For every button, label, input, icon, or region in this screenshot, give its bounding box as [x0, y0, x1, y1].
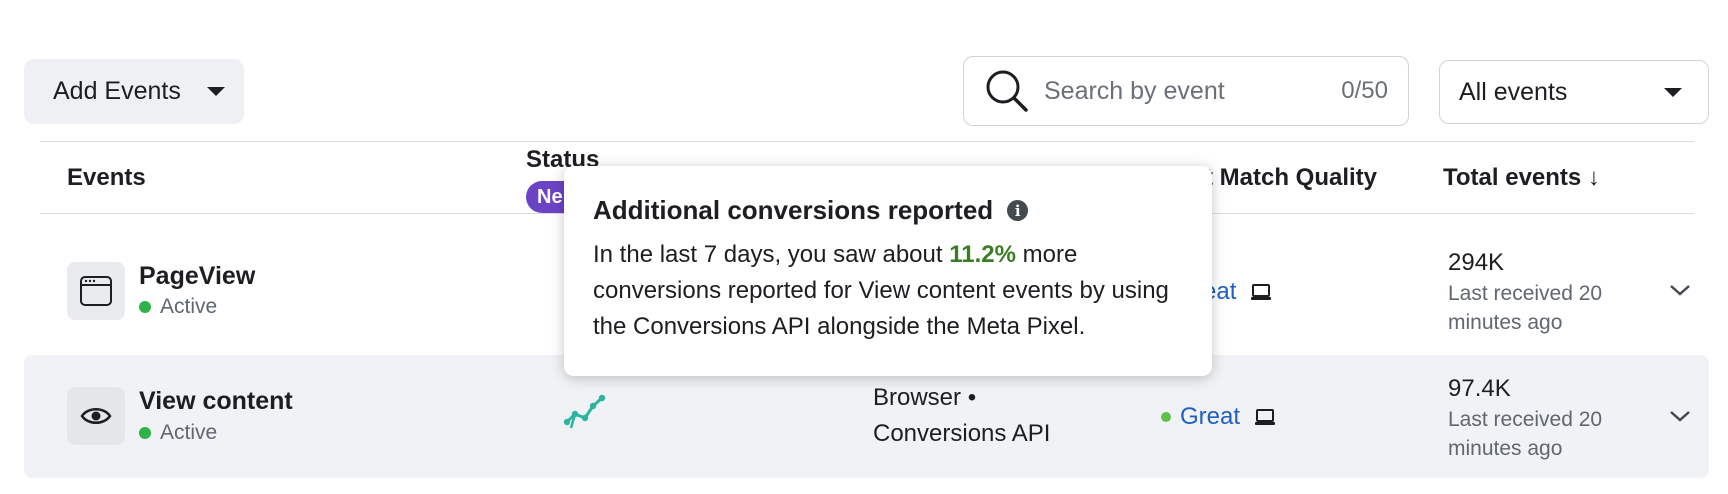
- info-icon[interactable]: i: [1007, 200, 1029, 221]
- emq-rating[interactable]: Great: [1161, 403, 1276, 431]
- tooltip-body-pre: In the last 7 days, you saw about: [593, 241, 950, 268]
- total-events-value: 294K: [1448, 249, 1505, 276]
- laptop-icon: [1255, 409, 1276, 425]
- expand-chevron-icon[interactable]: [1668, 282, 1692, 298]
- caret-down-icon: [1664, 87, 1682, 97]
- event-status: Active: [139, 295, 217, 319]
- divider: [40, 141, 1694, 142]
- event-status-label: Active: [160, 295, 218, 318]
- source-line: Conversions API: [873, 420, 1051, 447]
- search-icon: [986, 70, 1028, 112]
- source-line: Browser •: [873, 384, 977, 411]
- search-placeholder: Search by event: [1044, 76, 1225, 105]
- header-events[interactable]: Events: [67, 164, 146, 192]
- event-name[interactable]: PageView: [139, 262, 255, 291]
- add-events-button[interactable]: Add Events: [24, 59, 244, 124]
- event-status-label: Active: [160, 421, 218, 444]
- browser-window-icon: [67, 262, 125, 320]
- event-name[interactable]: View content: [139, 387, 293, 416]
- active-dot-icon: [139, 427, 151, 439]
- header-event-match-quality[interactable]: t Match Quality: [1205, 164, 1377, 192]
- last-received: Last received 20 minutes ago: [1448, 282, 1603, 334]
- active-dot-icon: [139, 301, 151, 313]
- add-events-label: Add Events: [53, 77, 181, 105]
- tooltip-title: Additional conversions reported i: [593, 195, 1183, 226]
- emq-rating[interactable]: eat: [1203, 278, 1272, 306]
- integration-source: Browser • Conversions API: [873, 380, 1050, 452]
- trend-up-icon[interactable]: [563, 392, 609, 432]
- expand-chevron-icon[interactable]: [1668, 408, 1692, 424]
- conversions-tooltip: Additional conversions reported i In the…: [564, 166, 1212, 376]
- search-counter: 0/50: [1341, 77, 1388, 104]
- tooltip-title-text: Additional conversions reported: [593, 195, 994, 225]
- great-dot-icon: [1161, 412, 1171, 422]
- event-filter-dropdown[interactable]: All events: [1439, 60, 1709, 124]
- total-events-value: 97.4K: [1448, 375, 1511, 402]
- filter-label: All events: [1459, 77, 1568, 106]
- tooltip-percent: 11.2%: [949, 241, 1016, 268]
- laptop-icon: [1251, 284, 1272, 300]
- last-received: Last received 20 minutes ago: [1448, 408, 1603, 460]
- caret-down-icon: [206, 87, 225, 96]
- tooltip-body: In the last 7 days, you saw about 11.2% …: [593, 237, 1183, 345]
- eye-icon: [67, 387, 125, 445]
- emq-label: Great: [1180, 403, 1241, 430]
- header-total-events[interactable]: Total events ↓: [1443, 164, 1600, 192]
- search-input[interactable]: Search by event 0/50: [963, 56, 1409, 126]
- event-status: Active: [139, 421, 217, 445]
